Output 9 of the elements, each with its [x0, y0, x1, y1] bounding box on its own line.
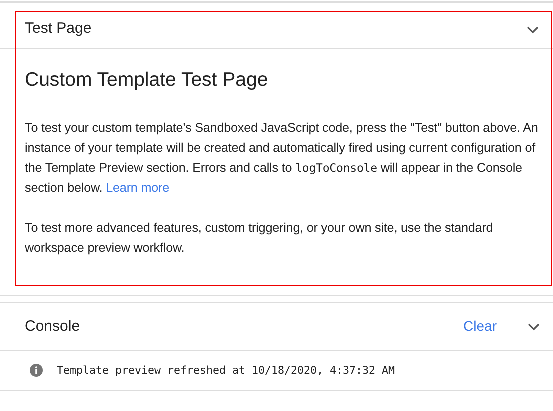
learn-more-link[interactable]: Learn more [106, 181, 170, 196]
description-paragraph: To test your custom template's Sandboxed JavaScript code, press the "Test" button above. An instance of your template will be created and automatically fired using current configuration of the Template Preview section. Errors and calls to logToConsole will appear in the Console section below. Learn more [25, 120, 540, 198]
clear-link[interactable]: Clear [464, 316, 497, 338]
description-paragraph: To test more advanced features, custom triggering, or your own site, use the standard workspace preview workflow. [25, 220, 494, 258]
info-icon [30, 364, 43, 378]
page-heading: Custom Template Test Page [25, 69, 270, 92]
section-title: Console [25, 316, 80, 337]
log-message: Template preview refreshed at 10/18/2020, 4:37:32 AM [57, 362, 396, 379]
section-title: Test Page [25, 19, 92, 40]
